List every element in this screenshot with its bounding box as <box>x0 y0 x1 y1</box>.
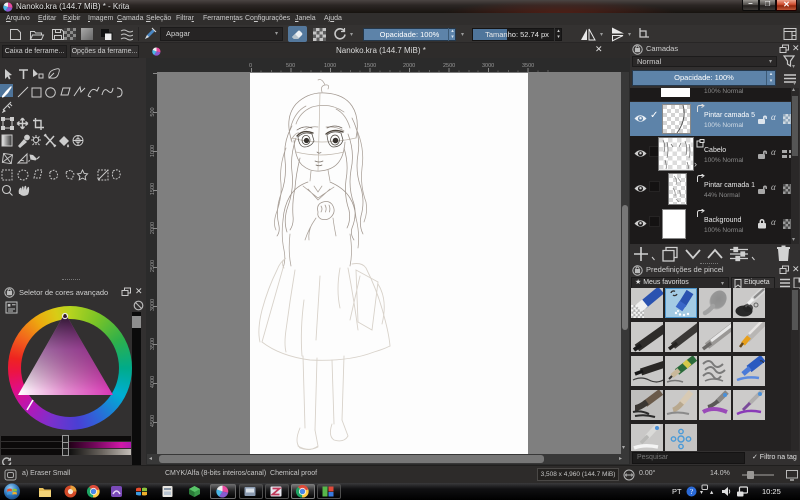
svg-text:1500: 1500 <box>150 183 156 195</box>
svg-text:3000: 3000 <box>150 299 156 311</box>
svg-text:4500: 4500 <box>150 415 156 427</box>
svg-text:4000: 4000 <box>150 376 156 388</box>
svg-text:2500: 2500 <box>150 260 156 272</box>
